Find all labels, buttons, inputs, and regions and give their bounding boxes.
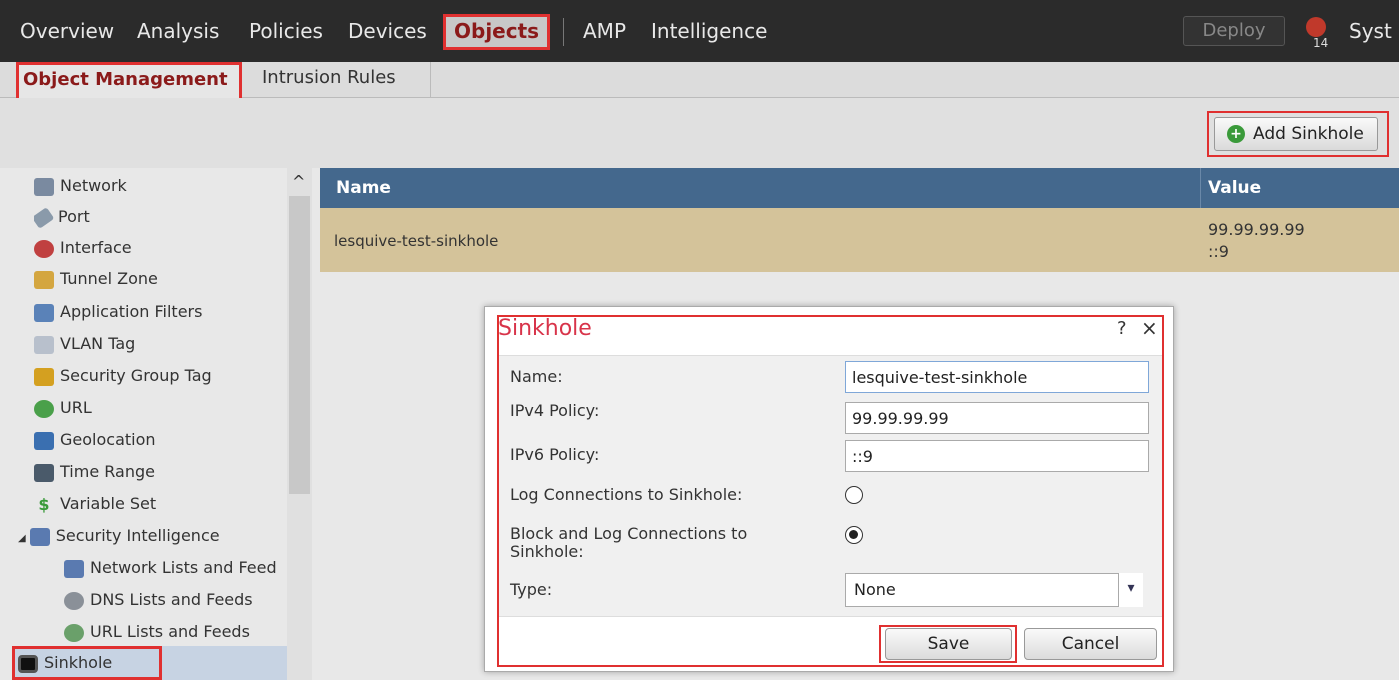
add-sinkhole-button[interactable]: + Add Sinkhole (1214, 117, 1378, 151)
scroll-up-icon[interactable]: ^ (292, 172, 305, 191)
ipv4-label: IPv4 Policy: (510, 401, 600, 420)
nav-analysis[interactable]: Analysis (137, 14, 219, 48)
block-log-label-line1: Block and Log Connections to (510, 524, 748, 543)
close-icon[interactable]: × (1141, 316, 1158, 340)
sidebar-item-port[interactable]: Port (34, 203, 90, 231)
block-log-radio[interactable] (845, 526, 863, 544)
url-icon (34, 399, 54, 418)
sidebar-scroll-thumb[interactable] (289, 196, 310, 494)
url-lists-icon (64, 623, 84, 642)
table-row[interactable]: lesquive-test-sinkhole 99.99.99.99 ::9 (320, 208, 1399, 272)
log-connections-radio[interactable] (845, 486, 863, 504)
help-icon[interactable]: ? (1117, 318, 1127, 339)
dns-lists-icon (64, 591, 84, 610)
application-filters-icon (34, 303, 54, 322)
column-divider (1200, 168, 1201, 208)
row-value-ipv4: 99.99.99.99 (1208, 220, 1305, 239)
nav-intelligence[interactable]: Intelligence (651, 14, 767, 48)
name-label: Name: (510, 367, 563, 386)
sidebar-item-geolocation[interactable]: Geolocation (34, 426, 156, 454)
radio-selected-dot (849, 530, 858, 539)
sidebar-item-vlan-tag[interactable]: VLAN Tag (34, 330, 135, 358)
sub-nav: Object Management Intrusion Rules (0, 62, 1399, 101)
security-intelligence-icon (29, 527, 50, 546)
tab-object-management[interactable]: Object Management (16, 62, 242, 101)
vlan-tag-icon (34, 335, 54, 354)
row-value-ipv6: ::9 (1208, 242, 1229, 261)
sidebar-item-application-filters[interactable]: Application Filters (34, 298, 202, 326)
ipv6-label: IPv6 Policy: (510, 445, 600, 464)
nav-devices[interactable]: Devices (348, 14, 427, 48)
alert-count: 14 (1313, 36, 1329, 50)
table-header: Name Value (320, 168, 1399, 208)
sidebar-item-network-lists[interactable]: Network Lists and Feed (64, 554, 286, 582)
time-range-icon (34, 463, 54, 482)
security-group-tag-icon (34, 367, 54, 386)
interface-icon (34, 239, 54, 258)
ipv4-input[interactable] (845, 402, 1149, 434)
nav-separator (563, 18, 564, 46)
plus-circle-icon: + (1227, 125, 1245, 143)
sidebar-item-variable-set[interactable]: $ Variable Set (34, 490, 156, 518)
cancel-button[interactable]: Cancel (1024, 628, 1157, 660)
type-select[interactable]: None (845, 573, 1143, 607)
top-nav: Overview Analysis Policies Devices Objec… (0, 0, 1399, 62)
sidebar-item-security-group-tag[interactable]: Security Group Tag (34, 362, 212, 390)
sidebar-item-url[interactable]: URL (34, 394, 92, 422)
tab-intrusion-rules[interactable]: Intrusion Rules (262, 62, 396, 98)
tunnel-zone-icon (34, 270, 54, 289)
network-lists-icon (64, 559, 84, 578)
ipv6-input[interactable] (845, 440, 1149, 472)
name-input[interactable] (845, 361, 1149, 393)
nav-amp[interactable]: AMP (583, 14, 626, 48)
sidebar-item-security-intelligence[interactable]: ◢ Security Intelligence (18, 522, 220, 550)
nav-policies[interactable]: Policies (249, 14, 323, 48)
network-icon (34, 177, 54, 196)
expand-triangle-icon[interactable]: ◢ (18, 533, 26, 544)
log-connections-label: Log Connections to Sinkhole: (510, 485, 743, 504)
save-highlight (879, 625, 1017, 663)
dialog-title: Sinkhole (498, 316, 592, 341)
sidebar-item-time-range[interactable]: Time Range (34, 458, 155, 486)
tab-divider (430, 62, 431, 98)
alert-icon[interactable] (1306, 17, 1326, 37)
block-log-label-line2: Sinkhole: (510, 542, 584, 561)
nav-objects[interactable]: Objects (443, 14, 551, 50)
sidebar-item-tunnel-zone[interactable]: Tunnel Zone (34, 265, 158, 293)
system-menu[interactable]: Syst (1349, 14, 1392, 48)
sinkhole-highlight (12, 646, 162, 680)
sidebar-item-interface[interactable]: Interface (34, 234, 132, 262)
sidebar-item-network[interactable]: Network (34, 172, 127, 200)
port-icon (34, 206, 55, 229)
column-value[interactable]: Value (1208, 168, 1261, 208)
row-name: lesquive-test-sinkhole (334, 232, 499, 250)
chevron-down-icon[interactable]: ▾ (1118, 573, 1143, 607)
column-name[interactable]: Name (336, 168, 391, 208)
deploy-button[interactable]: Deploy (1183, 16, 1285, 46)
type-label: Type: (510, 580, 553, 599)
nav-overview[interactable]: Overview (20, 14, 114, 48)
toolbar (0, 98, 1399, 168)
geolocation-icon (34, 431, 54, 450)
sidebar-item-url-lists[interactable]: URL Lists and Feeds (64, 618, 250, 646)
dollar-icon: $ (38, 494, 50, 514)
add-sinkhole-label: Add Sinkhole (1253, 124, 1364, 144)
sidebar-item-dns-lists[interactable]: DNS Lists and Feeds (64, 586, 253, 614)
